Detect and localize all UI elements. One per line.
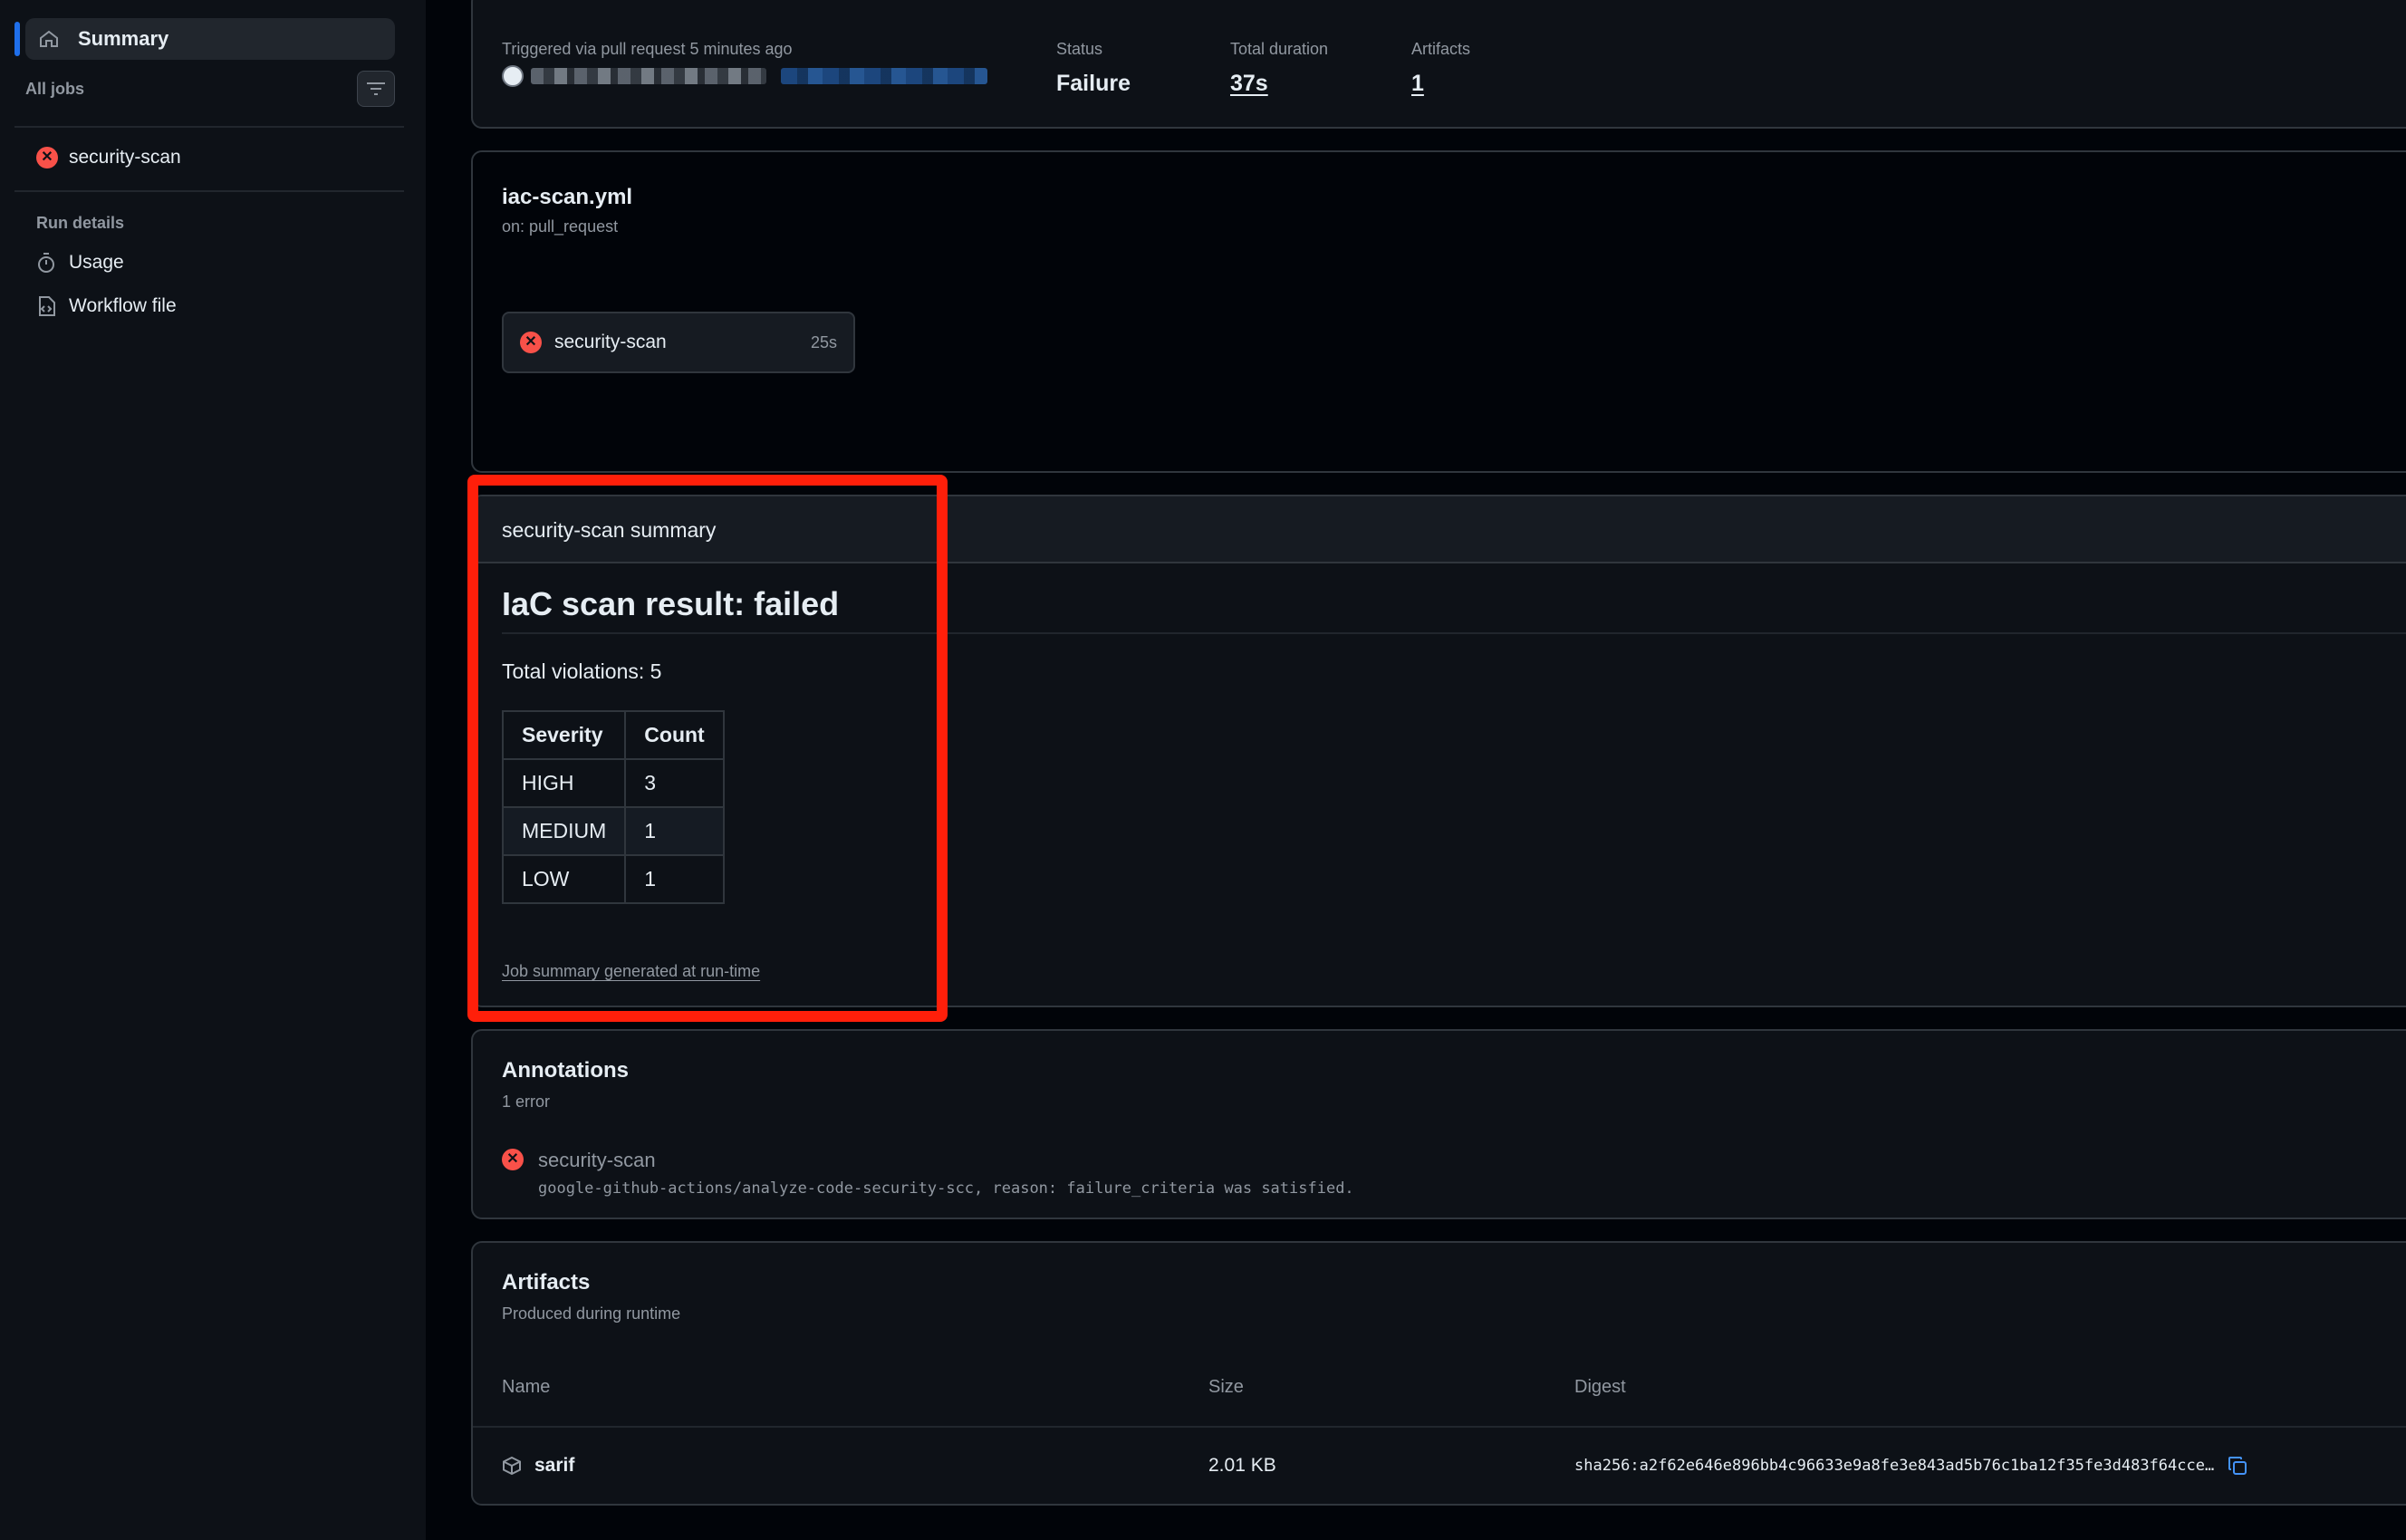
summary-generated-link[interactable]: Job summary generated at run-time [502,962,760,981]
divider [502,632,2406,634]
artifacts-count-link[interactable]: 1 [1411,71,1424,97]
annotations-panel: Annotations 1 error ✕ security-scan goog… [471,1029,2406,1219]
filter-button[interactable] [357,71,395,107]
annotations-count: 1 error [502,1092,551,1111]
table-cell: 1 [624,806,725,856]
severity-table: Severity Count HIGH 3 MEDIUM 1 LOW 1 [501,710,725,904]
artifact-name: sarif [534,1455,575,1476]
sidebar-item-usage[interactable]: Usage [36,252,124,274]
artifacts-title: Artifacts [502,1270,591,1295]
table-header-row: Severity Count [501,710,725,760]
active-indicator [14,22,20,56]
artifacts-subtitle: Produced during runtime [502,1304,681,1323]
table-row: MEDIUM 1 [501,806,725,856]
sidebar-item-label: Summary [78,27,169,50]
duration-label: Total duration [1230,40,1329,58]
scan-result-heading: IaC scan result: failed [502,585,840,622]
column-header: Digest [1574,1377,1626,1397]
artifacts-label: Artifacts [1411,40,1471,58]
annotations-title: Annotations [502,1058,629,1083]
package-icon [503,1456,521,1476]
avatar [502,65,524,87]
artifact-digest-cell: sha256:a2f62e646e896bb4c96633e9a8fe3e843… [1574,1455,2248,1477]
table-cell: LOW [501,854,627,904]
run-details-heading: Run details [36,214,125,232]
table-cell: HIGH [501,758,627,808]
annotation-message: google-github-actions/analyze-code-secur… [538,1179,1354,1198]
workflow-trigger-event: on: pull_request [502,217,619,236]
column-header: Count [624,710,725,760]
file-code-icon [39,296,55,316]
duration-link[interactable]: 37s [1230,71,1268,97]
job-name: security-scan [554,332,667,352]
column-header: Name [502,1377,551,1397]
copy-icon[interactable] [2227,1455,2248,1477]
column-header: Severity [501,710,627,760]
trigger-actor[interactable] [502,65,987,87]
status-label: Status [1056,40,1103,58]
table-cell: MEDIUM [501,806,627,856]
home-icon [40,30,58,47]
redacted-commit [781,68,987,84]
job-name: security-scan [69,147,181,168]
job-card-security-scan[interactable]: ✕ security-scan 25s [502,312,855,373]
x-circle-icon: ✕ [520,332,542,353]
sidebar-job-security-scan[interactable]: ✕ security-scan [36,147,181,168]
status-value: Failure [1056,71,1131,96]
sidebar-item-label: Workflow file [69,295,177,316]
sidebar-item-label: Usage [69,252,124,273]
stopwatch-icon [38,253,54,273]
artifact-digest: sha256:a2f62e646e896bb4c96633e9a8fe3e843… [1574,1457,2215,1475]
total-violations-text: Total violations: 5 [502,659,662,683]
divider [14,126,404,128]
trigger-label: Triggered via pull request 5 minutes ago [502,40,793,58]
artifact-name-cell[interactable]: sarif [502,1455,574,1477]
table-cell: 1 [624,854,725,904]
artifact-size: 2.01 KB [1208,1455,1276,1476]
divider [473,1426,2406,1428]
sidebar-item-summary[interactable]: Summary [14,18,395,60]
x-circle-icon: ✕ [36,147,58,168]
workflow-graph-panel: iac-scan.yml on: pull_request ✕ security… [471,150,2406,473]
run-info-panel: Triggered via pull request 5 minutes ago… [471,0,2406,129]
job-summary-panel: security-scan summary IaC scan result: f… [471,495,2406,1007]
table-row: LOW 1 [501,854,725,904]
annotation-job: security-scan [538,1149,656,1171]
x-circle-icon: ✕ [502,1149,524,1170]
sidebar-item-workflow-file[interactable]: Workflow file [36,295,177,317]
job-summary-header: security-scan summary [473,496,2406,563]
workflow-file-title: iac-scan.yml [502,185,633,209]
all-jobs-heading: All jobs [25,80,85,98]
job-summary-title: security-scan summary [502,518,717,542]
artifacts-panel: Artifacts Produced during runtime Name S… [471,1241,2406,1506]
redacted-username [531,68,766,84]
divider [14,190,404,192]
table-cell: 3 [624,758,725,808]
filter-icon [367,82,385,95]
column-header: Size [1208,1377,1244,1397]
job-duration: 25s [810,332,837,351]
annotation-item[interactable]: ✕ security-scan google-github-actions/an… [502,1149,1354,1198]
table-row: HIGH 3 [501,758,725,808]
sidebar: Summary All jobs ✕ security-scan Run det… [0,0,426,1540]
